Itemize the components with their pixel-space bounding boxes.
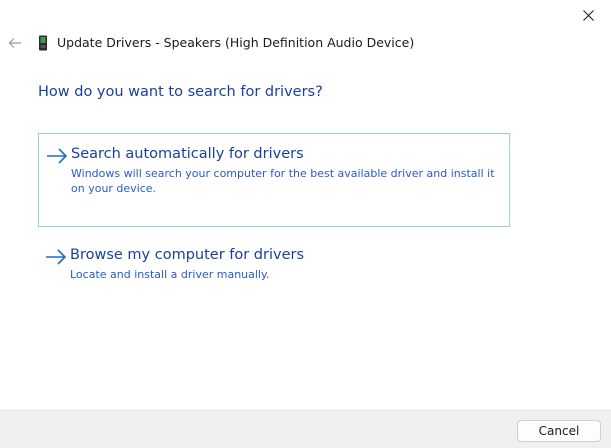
dialog-footer: Cancel — [0, 410, 611, 448]
page-question: How do you want to search for drivers? — [38, 84, 323, 100]
search-automatically-option[interactable]: Search automatically for drivers Windows… — [38, 133, 510, 227]
close-icon — [582, 9, 594, 21]
browse-computer-option[interactable]: Browse my computer for drivers Locate an… — [38, 235, 510, 293]
arrow-right-icon — [47, 148, 68, 164]
window-title: Update Drivers - Speakers (High Definiti… — [57, 35, 415, 50]
search-automatically-title: Search automatically for drivers — [71, 146, 304, 162]
browse-computer-title: Browse my computer for drivers — [70, 247, 305, 263]
back-arrow-icon — [8, 38, 21, 48]
search-automatically-description: Windows will search your computer for th… — [71, 167, 495, 195]
update-drivers-dialog: Update Drivers - Speakers (High Definiti… — [0, 0, 611, 448]
back-button[interactable] — [6, 34, 24, 52]
browse-computer-description: Locate and install a driver manually. — [70, 268, 270, 281]
title-bar: Update Drivers - Speakers (High Definiti… — [0, 30, 611, 58]
close-button[interactable] — [565, 0, 611, 30]
cancel-button[interactable]: Cancel — [517, 420, 601, 442]
speaker-device-icon — [39, 35, 47, 51]
arrow-right-icon — [46, 249, 67, 265]
